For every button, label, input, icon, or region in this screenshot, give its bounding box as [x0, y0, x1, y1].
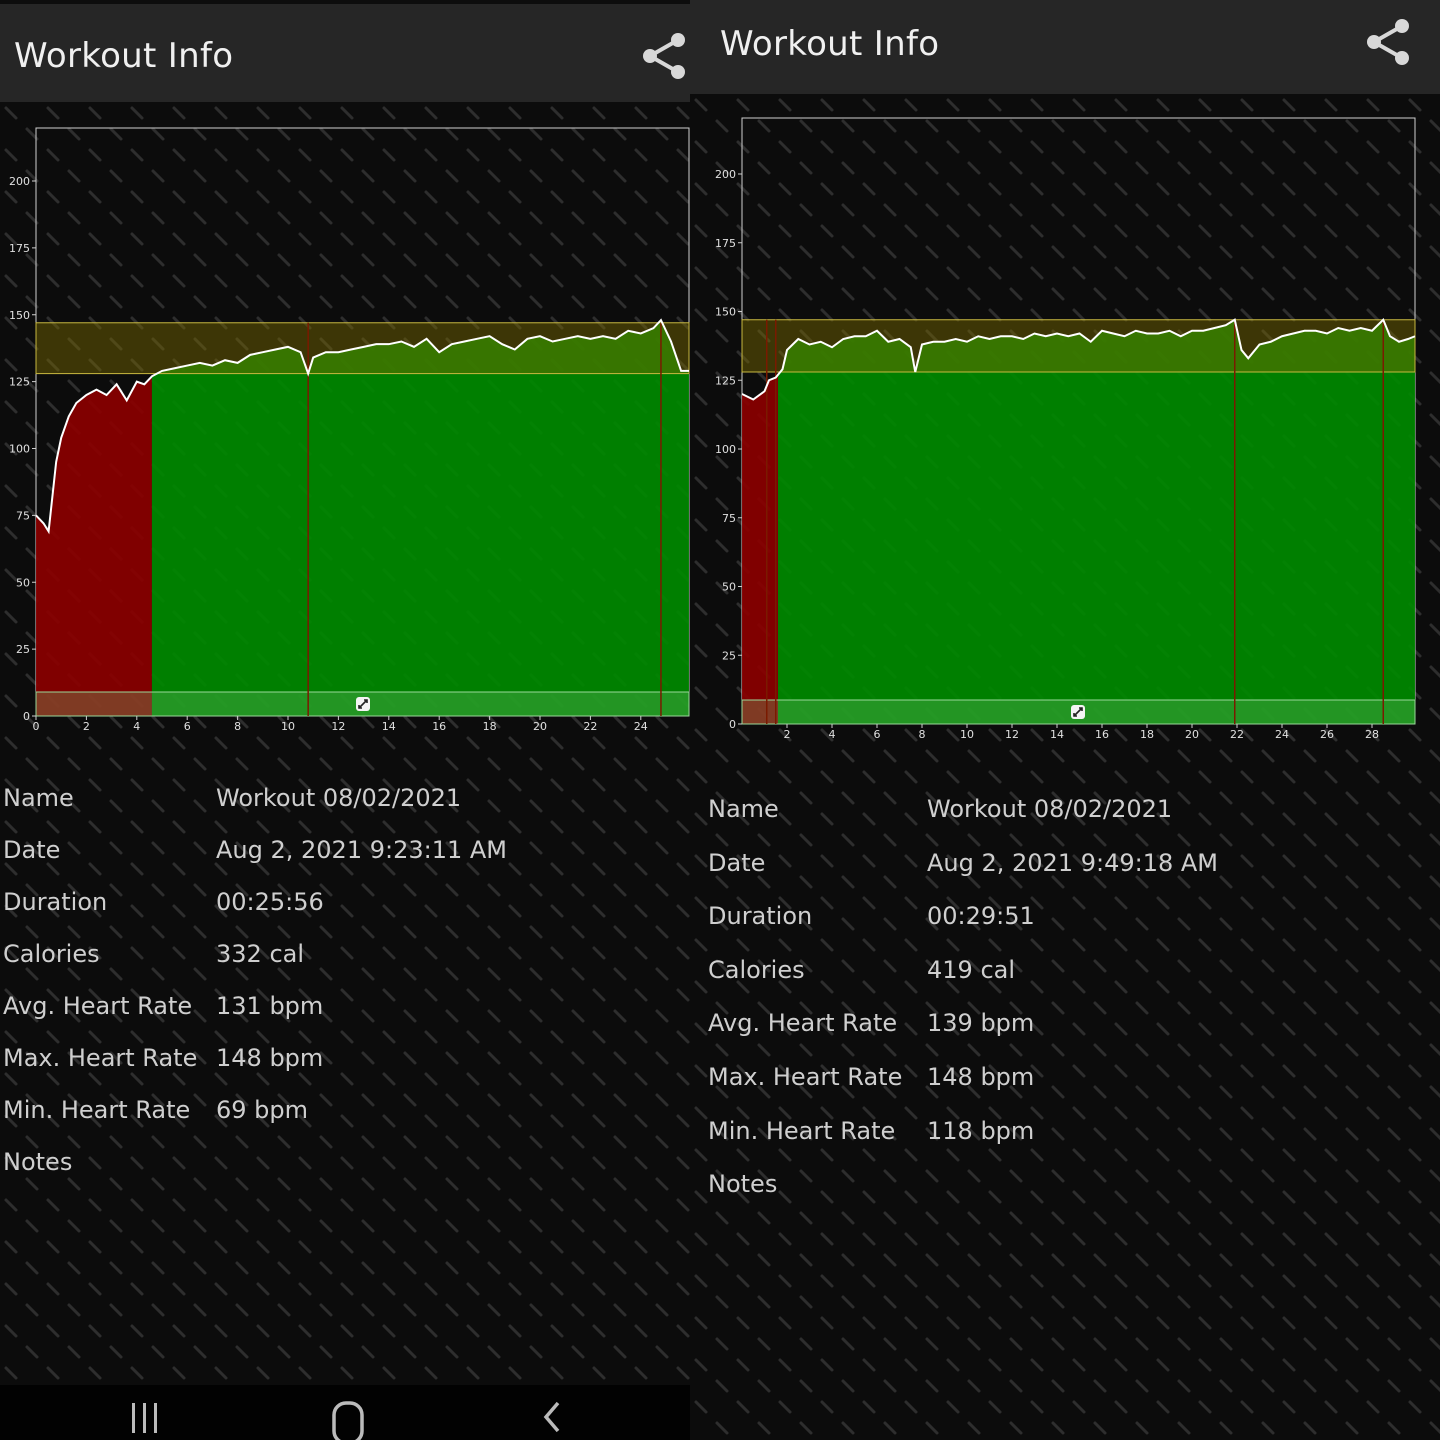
- info-label: Max. Heart Rate: [3, 1044, 198, 1072]
- x-tick-label: 26: [1320, 728, 1334, 741]
- info-label: Min. Heart Rate: [708, 1116, 896, 1145]
- info-label: Date: [708, 848, 766, 877]
- info-label: Notes: [708, 1170, 778, 1199]
- x-tick-label: 4: [829, 728, 836, 741]
- y-tick-label: 75: [16, 509, 30, 522]
- x-tick-label: 24: [634, 720, 648, 733]
- info-value: 139 bpm: [927, 1009, 1035, 1038]
- info-label: Min. Heart Rate: [3, 1096, 191, 1124]
- info-label: Name: [3, 784, 74, 812]
- info-value: 69 bpm: [216, 1096, 309, 1124]
- info-value: Workout 08/02/2021: [216, 784, 462, 812]
- y-tick-label: 150: [9, 309, 30, 322]
- x-tick-label: 6: [874, 728, 881, 741]
- x-tick-label: 28: [1365, 728, 1379, 741]
- back-icon[interactable]: [528, 1395, 578, 1440]
- x-tick-label: 0: [33, 720, 40, 733]
- info-value: 148 bpm: [216, 1044, 324, 1072]
- info-label: Avg. Heart Rate: [3, 992, 193, 1020]
- x-tick-label: 14: [1050, 728, 1064, 741]
- y-tick-label: 200: [9, 175, 30, 188]
- y-tick-label: 100: [9, 443, 30, 456]
- in-zone-area: [778, 319, 1415, 724]
- y-tick-label: 125: [9, 376, 30, 389]
- heart-rate-chart[interactable]: 02550751001251501752000 2 4 6 8 10 12 14 16 18 20 2…: [0, 0, 690, 740]
- x-tick-label: 24: [1275, 728, 1289, 741]
- info-label: Notes: [3, 1148, 73, 1176]
- x-tick-label: 20: [533, 720, 547, 733]
- y-tick-label: 50: [722, 581, 736, 594]
- y-tick-label: 125: [715, 374, 736, 387]
- system-navigation-bar: [0, 1385, 690, 1440]
- info-value: 00:25:56: [216, 888, 324, 916]
- x-tick-label: 4: [133, 720, 140, 733]
- y-tick-label: 0: [23, 710, 30, 723]
- y-tick-label: 0: [729, 718, 736, 731]
- x-tick-label: 12: [331, 720, 345, 733]
- y-tick-label: 150: [715, 306, 736, 319]
- y-tick-label: 75: [722, 512, 736, 525]
- info-label: Date: [3, 836, 61, 864]
- x-tick-label: 10: [960, 728, 974, 741]
- info-value: Aug 2, 2021 9:23:11 AM: [216, 836, 507, 864]
- x-tick-label: 16: [432, 720, 446, 733]
- x-tick-label: 2: [784, 728, 791, 741]
- x-tick-label: 18: [1140, 728, 1154, 741]
- x-tick-label: 20: [1185, 728, 1199, 741]
- info-value: 148 bpm: [927, 1063, 1035, 1091]
- info-label: Name: [708, 795, 779, 823]
- info-label: Calories: [3, 940, 100, 968]
- left-workout-panel: Workout Info 0 25 50 75 100 125 150 175 200 0 2 4 6 8…: [0, 0, 690, 1440]
- recents-icon[interactable]: [120, 1395, 170, 1440]
- info-value: Aug 2, 2021 9:49:18 AM: [927, 848, 1218, 877]
- x-tick-label: 14: [382, 720, 396, 733]
- info-value: 00:29:51: [927, 902, 1035, 931]
- x-tick-label: 22: [1230, 728, 1244, 741]
- heart-rate-chart[interactable]: 02550751001251501752002 4 6 8 10 12 14 16 18 20 22…: [690, 0, 1440, 760]
- x-tick-label: 22: [583, 720, 597, 733]
- info-value: 131 bpm: [216, 992, 324, 1020]
- y-tick-label: 175: [715, 237, 736, 250]
- target-zone-band: [741, 319, 1416, 373]
- y-tick-label: 100: [715, 443, 736, 456]
- x-tick-label: 16: [1095, 728, 1109, 741]
- info-label: Calories: [708, 955, 805, 984]
- x-tick-label: 8: [919, 728, 926, 741]
- info-value: 419 cal: [927, 955, 1016, 984]
- target-zone-band: [35, 322, 690, 375]
- y-tick-label: 50: [16, 576, 30, 589]
- x-tick-label: 2: [83, 720, 90, 733]
- x-tick-label: 18: [483, 720, 497, 733]
- info-label: Avg. Heart Rate: [708, 1009, 898, 1038]
- y-tick-label: 175: [9, 242, 30, 255]
- x-tick-label: 8: [234, 720, 241, 733]
- y-tick-label: 200: [715, 168, 736, 181]
- expand-icon[interactable]: [1071, 705, 1085, 719]
- info-value: 118 bpm: [927, 1116, 1035, 1145]
- y-tick-label: 25: [722, 649, 736, 662]
- info-value: 332 cal: [216, 940, 305, 968]
- info-value: Workout 08/02/2021: [927, 795, 1173, 823]
- home-icon[interactable]: [323, 1395, 373, 1440]
- info-label: Max. Heart Rate: [708, 1063, 903, 1091]
- y-tick-label: 25: [16, 643, 30, 656]
- expand-icon[interactable]: [356, 697, 370, 711]
- info-label: Duration: [708, 902, 813, 931]
- x-tick-label: 10: [281, 720, 295, 733]
- right-workout-panel: Workout Info 0 25 50 75 100 125 150 175 200 2 4 6 8 1…: [690, 0, 1440, 1440]
- x-tick-label: 12: [1005, 728, 1019, 741]
- x-tick-label: 6: [184, 720, 191, 733]
- info-label: Duration: [3, 888, 108, 916]
